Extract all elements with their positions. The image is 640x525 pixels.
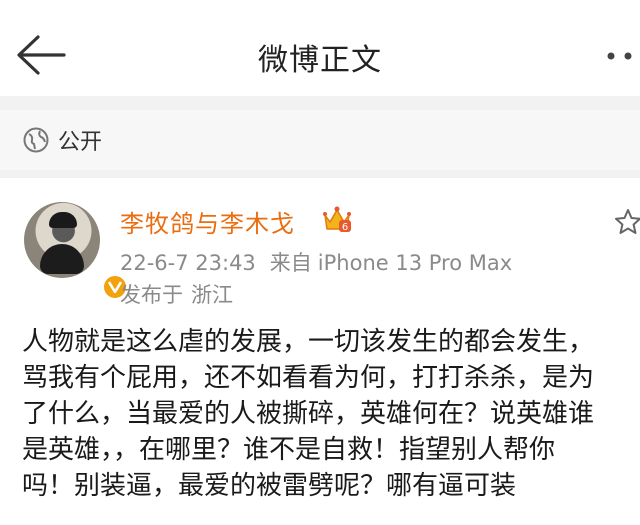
globe-icon bbox=[23, 127, 49, 153]
more-dots-icon[interactable] bbox=[598, 48, 640, 64]
avatar[interactable] bbox=[24, 202, 128, 300]
source-prefix: 来自 bbox=[269, 251, 312, 275]
weibo-post: 李牧鸽与李木戈 6 22-6-7 23:43 来自 iPhone 13 Pro Ma… bbox=[0, 178, 640, 525]
avatar-cap-shape bbox=[49, 212, 77, 228]
location-value: 浙江 bbox=[191, 283, 233, 307]
separator bbox=[0, 96, 640, 110]
location-prefix: 发布于 bbox=[120, 283, 183, 307]
post-text-line: 吗！别装逼，最爱的被雷劈呢？哪有逼可装 bbox=[22, 471, 517, 501]
visibility-row: 公开 bbox=[0, 110, 640, 170]
page-title: 微博正文 bbox=[258, 43, 382, 78]
post-location: 发布于 浙江 bbox=[120, 279, 241, 309]
separator bbox=[0, 170, 640, 178]
post-meta: 22-6-7 23:43 来自 iPhone 13 Pro Max bbox=[120, 247, 526, 277]
post-body: 人物就是这么虐的发展，一切该发生的都会发生， 骂我有个屁用，还不如看看为何，打打… bbox=[22, 324, 634, 504]
arrow-left-icon[interactable] bbox=[14, 34, 68, 76]
top-navbar: 微博正文 bbox=[0, 0, 640, 96]
post-text-line: 骂我有个屁用，还不如看看为何，打打杀杀，是为 bbox=[22, 363, 595, 393]
star-icon[interactable] bbox=[614, 208, 640, 236]
post-source: iPhone 13 Pro Max bbox=[317, 251, 513, 275]
post-time: 22-6-7 23:43 bbox=[120, 251, 256, 275]
post-text-line: 是英雄，，在哪里？谁不是自救！指望别人帮你 bbox=[22, 435, 556, 465]
svg-text:6: 6 bbox=[342, 222, 348, 233]
post-text-line: 了什么，当最爱的人被撕碎，英雄何在？说英雄谁 bbox=[22, 399, 595, 429]
crown-icon[interactable]: 6 bbox=[322, 204, 352, 234]
avatar-body-shape bbox=[40, 244, 84, 274]
visibility-label: 公开 bbox=[58, 130, 103, 155]
author-name[interactable]: 李牧鸽与李木戈 bbox=[120, 204, 295, 239]
post-text-line: 人物就是这么虐的发展，一切该发生的都会发生， bbox=[22, 327, 595, 357]
